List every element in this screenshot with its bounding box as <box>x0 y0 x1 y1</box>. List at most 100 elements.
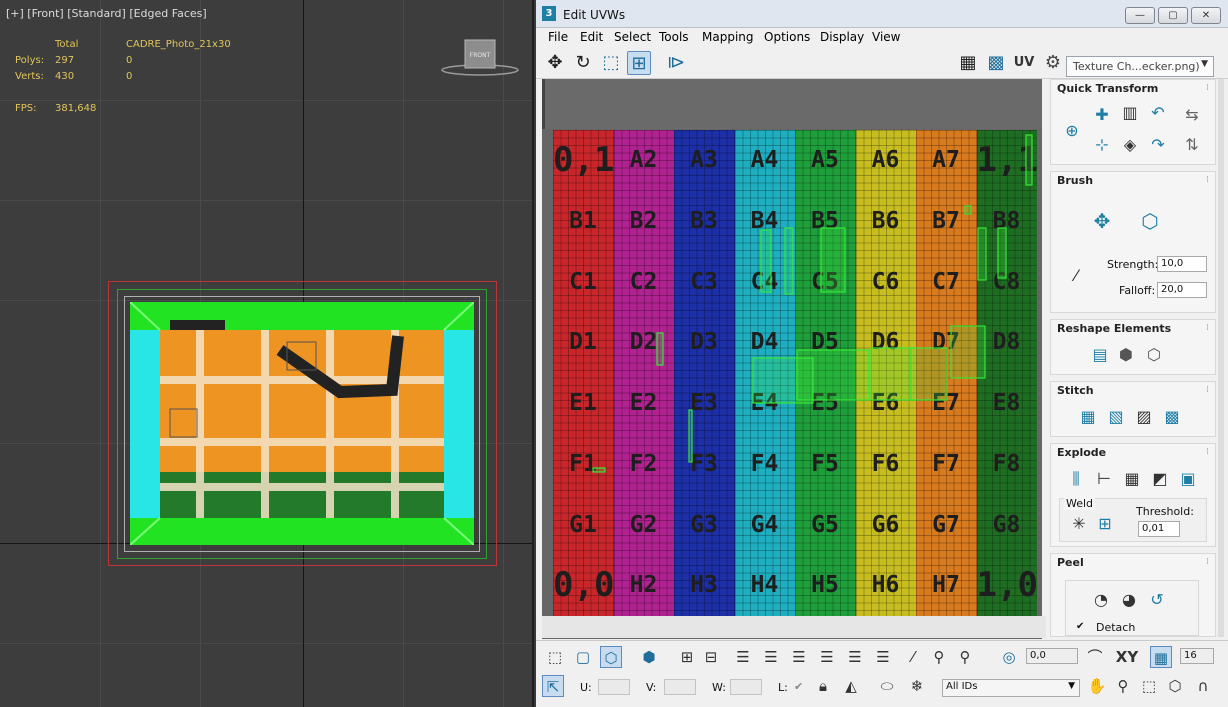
menu-display[interactable]: Display <box>820 30 864 44</box>
hide-icon[interactable]: ◭ <box>840 675 862 697</box>
uv-island[interactable] <box>688 409 693 463</box>
weld-target-icon[interactable]: ⊞ <box>1094 513 1116 535</box>
edge-select-icon[interactable]: ☰ <box>872 646 894 668</box>
scale-icon[interactable]: ⬚ <box>599 51 623 75</box>
space-vertical-icon[interactable]: ◈ <box>1119 134 1141 156</box>
zoom-region-icon[interactable]: ⬚ <box>1138 675 1160 697</box>
detach-edge-icon[interactable]: ⊢ <box>1093 468 1115 490</box>
loop-grow-icon[interactable]: ☰ <box>760 646 782 668</box>
soft-selection-spinner[interactable]: 0,0 <box>1026 648 1078 664</box>
detach-checkbox[interactable]: ✔ <box>1076 621 1084 632</box>
strength-spinner[interactable]: 10,0 <box>1157 256 1207 272</box>
title-bar[interactable]: 3 Edit UVWs — ▢ ✕ <box>536 0 1228 28</box>
uv-island[interactable] <box>1025 134 1033 186</box>
maximize-button[interactable]: ▢ <box>1158 7 1188 24</box>
uv-island[interactable] <box>964 205 972 215</box>
menu-options[interactable]: Options <box>764 30 810 44</box>
drag-handle-icon[interactable]: ⁞ <box>1206 175 1209 185</box>
break-icon[interactable]: ⫼ <box>1065 468 1087 490</box>
uv-island[interactable] <box>820 227 846 293</box>
material-ids-dropdown[interactable]: All IDs ▼ <box>942 679 1080 697</box>
stitch-header[interactable]: Stitch <box>1057 384 1094 397</box>
uv-toggle[interactable]: UV <box>1012 51 1036 75</box>
element-mode-icon[interactable]: ⬢ <box>638 646 660 668</box>
texture-dropdown[interactable]: Texture Ch...ecker.png) ▼ <box>1066 56 1214 77</box>
uv-island[interactable] <box>977 227 987 281</box>
brush-header[interactable]: Brush <box>1057 174 1093 187</box>
uv-islands-overlay[interactable] <box>553 130 1037 616</box>
stitch-average-icon[interactable]: ▨ <box>1133 406 1155 428</box>
mirror-icon[interactable]: ⧐ <box>664 51 688 75</box>
falloff-curve-icon[interactable]: ⌒ <box>1084 646 1106 668</box>
checker-texture[interactable]: 0,1 A2 A3 A4 A5 A6 A7 1,1 B1 B2 B3 B4 B5 B6 B7 B8 C1 C2 C3… <box>553 130 1037 616</box>
drag-handle-icon[interactable]: ⁞ <box>1206 447 1209 457</box>
relax-icon[interactable]: ⬢ <box>1115 344 1137 366</box>
grid-spinner[interactable]: 16 <box>1180 648 1214 664</box>
stitch-target-icon[interactable]: ▩ <box>1161 406 1183 428</box>
paint-select-grow-icon[interactable]: ⚲ <box>928 646 950 668</box>
show-icon[interactable]: ⬭ <box>876 675 898 697</box>
uv-scrollbar[interactable] <box>542 616 1046 638</box>
menu-edit[interactable]: Edit <box>580 30 603 44</box>
rotate-ccw-icon[interactable]: ↶ <box>1147 102 1169 124</box>
grow-selection-icon[interactable]: ⊞ <box>676 646 698 668</box>
align-center-icon[interactable]: ⊕ <box>1061 120 1083 142</box>
peel-reset-icon[interactable]: ↺ <box>1146 589 1168 611</box>
weld-selected-icon[interactable]: ✳ <box>1068 513 1090 535</box>
v-field[interactable] <box>664 679 696 695</box>
relax-settings-icon[interactable]: ⬡ <box>1143 344 1165 366</box>
menu-file[interactable]: File <box>548 30 568 44</box>
viewport-label[interactable]: [+] [Front] [Standard] [Edged Faces] <box>6 7 207 20</box>
uv-island[interactable] <box>760 229 772 293</box>
uv-island[interactable] <box>910 347 948 401</box>
front-viewport[interactable]: [+] [Front] [Standard] [Edged Faces] Tot… <box>0 0 534 707</box>
freeze-icon[interactable]: ❄ <box>906 675 928 697</box>
flatten-by-material-icon[interactable]: ▣ <box>1177 468 1199 490</box>
move-icon[interactable]: ✥ <box>543 51 567 75</box>
uv-island[interactable] <box>796 349 870 401</box>
align-horizontal-icon[interactable]: ✚ <box>1091 104 1113 126</box>
menu-view[interactable]: View <box>872 30 900 44</box>
lock-icon[interactable]: 🔒︎ <box>812 675 834 697</box>
viewcube-icon[interactable]: FRONT <box>440 38 520 78</box>
flatten-by-smoothing-icon[interactable]: ◩ <box>1149 468 1171 490</box>
w-field[interactable] <box>730 679 762 695</box>
snap-icon[interactable]: ∩ <box>1192 675 1214 697</box>
reshape-header[interactable]: Reshape Elements <box>1057 322 1171 335</box>
peel-mode-icon[interactable]: ◕ <box>1118 589 1140 611</box>
stitch-source-icon[interactable]: ▧ <box>1105 406 1127 428</box>
loop-icon[interactable]: ☰ <box>732 646 754 668</box>
show-map-icon[interactable]: ▩ <box>984 51 1008 75</box>
threshold-spinner[interactable]: 0,01 <box>1138 521 1180 537</box>
paint-select-shrink-icon[interactable]: ⚲ <box>954 646 976 668</box>
menu-select[interactable]: Select <box>614 30 651 44</box>
stitch-custom-icon[interactable]: ▦ <box>1077 406 1099 428</box>
space-horizontal-icon[interactable]: ⊹ <box>1091 134 1113 156</box>
ring-icon[interactable]: ☰ <box>788 646 810 668</box>
minimize-button[interactable]: — <box>1125 7 1155 24</box>
menu-tools[interactable]: Tools <box>659 30 689 44</box>
grid-snap-icon[interactable]: ▦ <box>1150 646 1172 668</box>
space-distribute-icon[interactable]: ⇅ <box>1181 134 1203 156</box>
rotate-cw-icon[interactable]: ↷ <box>1147 134 1169 156</box>
map-settings-icon[interactable]: ⚙ <box>1041 51 1065 75</box>
uv-island[interactable] <box>592 467 606 473</box>
falloff-spinner[interactable]: 20,0 <box>1157 282 1207 298</box>
photo-frame-object[interactable] <box>130 302 474 545</box>
shrink-selection-icon[interactable]: ⊟ <box>700 646 722 668</box>
uv-island[interactable] <box>784 227 794 295</box>
close-button[interactable]: ✕ <box>1191 7 1221 24</box>
peel-header[interactable]: Peel <box>1057 556 1084 569</box>
rotate-icon[interactable]: ↻ <box>571 51 595 75</box>
menu-mapping[interactable]: Mapping <box>702 30 754 44</box>
vertex-mode-icon[interactable]: ⬚ <box>544 646 566 668</box>
pan-icon[interactable]: ✋ <box>1086 675 1108 697</box>
quick-peel-icon[interactable]: ◔ <box>1090 589 1112 611</box>
uv-island[interactable] <box>870 347 912 401</box>
linear-align-icon[interactable]: ⇆ <box>1181 104 1203 126</box>
drag-handle-icon[interactable]: ⁞ <box>1206 385 1209 395</box>
explode-header[interactable]: Explode <box>1057 446 1106 459</box>
paint-select-icon[interactable]: ⁄ <box>902 646 924 668</box>
drag-handle-icon[interactable]: ⁞ <box>1206 323 1209 333</box>
relax-brush-icon[interactable]: ⬡ <box>1139 210 1161 232</box>
